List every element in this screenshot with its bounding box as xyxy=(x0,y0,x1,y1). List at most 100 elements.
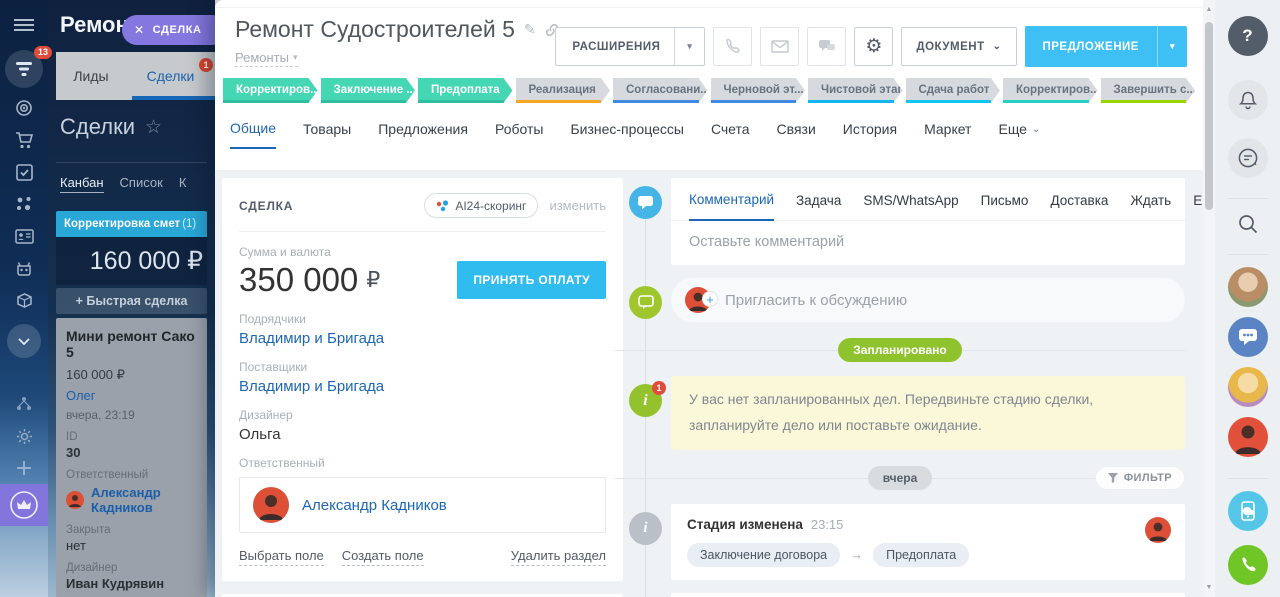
stage-chip[interactable]: Чистовой этап xyxy=(808,78,903,103)
timeline-entry[interactable]: i Стадия изменена 23:15 Заключение догов… xyxy=(615,503,1185,580)
edit-title-icon[interactable]: ✎ xyxy=(524,21,536,38)
stage-chip[interactable]: Реализация xyxy=(516,78,611,103)
recent-chat-avatar[interactable] xyxy=(1227,367,1268,407)
sidebar-item-goals[interactable] xyxy=(0,92,48,124)
extensions-dropdown[interactable]: ▾ xyxy=(674,28,704,65)
accept-payment-button[interactable]: ПРИНЯТЬ ОПЛАТУ xyxy=(457,261,606,299)
tab-leads[interactable]: Лиды xyxy=(56,52,126,100)
favorite-star-icon[interactable]: ☆ xyxy=(145,116,162,139)
tab-invoices[interactable]: Счета xyxy=(711,120,750,149)
card-contact-link[interactable]: Олег xyxy=(66,388,197,403)
tab-products[interactable]: Товары xyxy=(303,120,351,149)
add-participant-icon[interactable]: + xyxy=(702,291,718,307)
tab-general[interactable]: Общие xyxy=(230,120,277,149)
tab-history[interactable]: История xyxy=(843,120,897,149)
email-button[interactable] xyxy=(760,27,800,66)
field-value-link[interactable]: Владимир и Бригада xyxy=(239,378,606,395)
menu-icon[interactable] xyxy=(0,8,48,42)
slider-close-pill[interactable]: ✕ СДЕЛКА xyxy=(122,15,227,45)
scrollbar-thumb[interactable] xyxy=(1205,22,1213,210)
field-value-link[interactable]: Владимир и Бригада xyxy=(239,330,606,347)
stage-to-chip: Предоплата xyxy=(873,542,970,567)
stage-chip[interactable]: Корректиров... xyxy=(223,78,318,103)
filter-funnel-icon xyxy=(1107,472,1118,483)
view-kanban[interactable]: Канбан xyxy=(60,175,104,193)
sidebar-settings-icon[interactable] xyxy=(0,420,48,452)
sidebar-item-products[interactable] xyxy=(0,284,48,316)
recent-chat-avatar[interactable] xyxy=(1227,417,1268,457)
responsible-person[interactable]: Александр Кадников xyxy=(66,485,197,515)
tab-quotes[interactable]: Предложения xyxy=(378,120,468,149)
notifications-button[interactable] xyxy=(1227,80,1268,120)
timeline-invite-row: + Пригласить к обсуждению xyxy=(615,278,1185,322)
scroll-down-arrow[interactable]: ▼ xyxy=(1203,584,1215,591)
close-icon[interactable]: ✕ xyxy=(134,23,145,37)
tab-market[interactable]: Маркет xyxy=(924,120,971,149)
messenger-button[interactable] xyxy=(1227,138,1268,178)
invite-box[interactable]: + Пригласить к обсуждению xyxy=(671,278,1185,322)
sidebar-item-structure[interactable] xyxy=(0,388,48,420)
edit-section-link[interactable]: изменить xyxy=(549,198,606,213)
create-field-link[interactable]: Создать поле xyxy=(341,548,424,566)
vertical-scrollbar[interactable]: ▲ ▼ xyxy=(1203,0,1215,597)
responsible-field[interactable]: Александр Кадников xyxy=(239,477,606,533)
deal-kanban-card[interactable]: Мини ремонт Сако 5 160 000 ₽ Олег вчера,… xyxy=(56,318,207,597)
tab-delivery[interactable]: Доставка xyxy=(1050,192,1108,220)
stage-chip[interactable]: Заключение ... xyxy=(321,78,416,103)
sidebar-item-robot[interactable] xyxy=(0,252,48,284)
tab-sms[interactable]: SMS/WhatsApp xyxy=(863,192,958,220)
timeline-entry[interactable]: i Стадия изменена 23:15 Корректировка см… xyxy=(615,592,1185,597)
sidebar-item-tasks[interactable] xyxy=(0,156,48,188)
sidebar-item-crm[interactable]: 13 xyxy=(5,46,52,88)
comment-input[interactable]: Оставьте комментарий xyxy=(671,221,1185,265)
offer-dropdown[interactable]: ▾ xyxy=(1156,26,1187,67)
extensions-button[interactable]: РАСШИРЕНИЯ ▾ xyxy=(555,27,706,66)
recent-chat-avatar[interactable] xyxy=(1227,267,1268,307)
tab-more[interactable]: Еще⌄ xyxy=(1193,192,1203,220)
help-button[interactable]: ? xyxy=(1227,16,1268,56)
sidebar-expand-icon[interactable] xyxy=(7,324,41,358)
document-button[interactable]: ДОКУМЕНТ ⌄ xyxy=(901,27,1017,66)
kanban-column-header[interactable]: Корректировка смет (1) xyxy=(56,211,207,237)
sidebar-item-premium[interactable] xyxy=(0,484,48,526)
stage-chip[interactable]: Согласовани... xyxy=(613,78,708,103)
offer-button[interactable]: ПРЕДЛОЖЕНИЕ ▾ xyxy=(1024,26,1187,67)
stage-chip[interactable]: Сдача работ xyxy=(906,78,1001,103)
tab-bizproc[interactable]: Бизнес-процессы xyxy=(570,120,683,149)
sidebar-add-icon[interactable] xyxy=(0,452,48,484)
sidebar-item-contacts[interactable] xyxy=(0,220,48,252)
scroll-up-arrow[interactable]: ▲ xyxy=(1203,6,1215,13)
tab-mail[interactable]: Письмо xyxy=(981,192,1029,220)
tab-task[interactable]: Задача xyxy=(796,192,841,220)
tab-comment[interactable]: Комментарий xyxy=(689,192,775,221)
quick-deal-button[interactable]: + Быстрая сделка xyxy=(56,288,207,314)
sidebar-item-shop[interactable] xyxy=(0,124,48,156)
stage-chip[interactable]: Предоплата xyxy=(418,78,513,103)
tab-relations[interactable]: Связи xyxy=(777,120,816,149)
stage-chip[interactable]: Завершить с... xyxy=(1101,78,1196,103)
search-button[interactable] xyxy=(1237,213,1259,240)
view-list[interactable]: Список xyxy=(120,175,163,193)
filter-button[interactable]: ФИЛЬТР xyxy=(1094,465,1185,490)
breadcrumb[interactable]: Ремонты ▾ xyxy=(235,50,298,67)
responsible-name[interactable]: Александр Кадников xyxy=(302,497,447,514)
settings-button[interactable]: ⚙ xyxy=(854,27,894,66)
deal-title[interactable]: Ремонт Судостроителей 5 xyxy=(235,16,515,43)
ai-scoring-pill[interactable]: AI24-скоринг xyxy=(424,193,539,218)
mobile-app-button[interactable] xyxy=(1227,491,1268,531)
sidebar-item-network[interactable] xyxy=(0,188,48,220)
group-chat-button[interactable] xyxy=(1227,317,1268,357)
chat-button[interactable] xyxy=(807,27,847,66)
stage-chip[interactable]: Корректиров... xyxy=(1003,78,1098,103)
select-field-link[interactable]: Выбрать поле xyxy=(239,548,324,566)
tab-wait[interactable]: Ждать xyxy=(1130,192,1171,220)
tab-more[interactable]: Еще⌄ xyxy=(998,120,1040,149)
stage-chip[interactable]: Черновой эт... xyxy=(711,78,806,103)
delete-section-link[interactable]: Удалить раздел xyxy=(510,548,606,566)
tab-robots[interactable]: Роботы xyxy=(495,120,543,149)
entry-author-avatar[interactable] xyxy=(1145,516,1171,543)
telephony-button[interactable] xyxy=(1227,545,1268,585)
view-third[interactable]: К xyxy=(179,175,187,193)
tab-deals[interactable]: Сделки 1 xyxy=(126,52,215,100)
call-button[interactable] xyxy=(713,27,753,66)
